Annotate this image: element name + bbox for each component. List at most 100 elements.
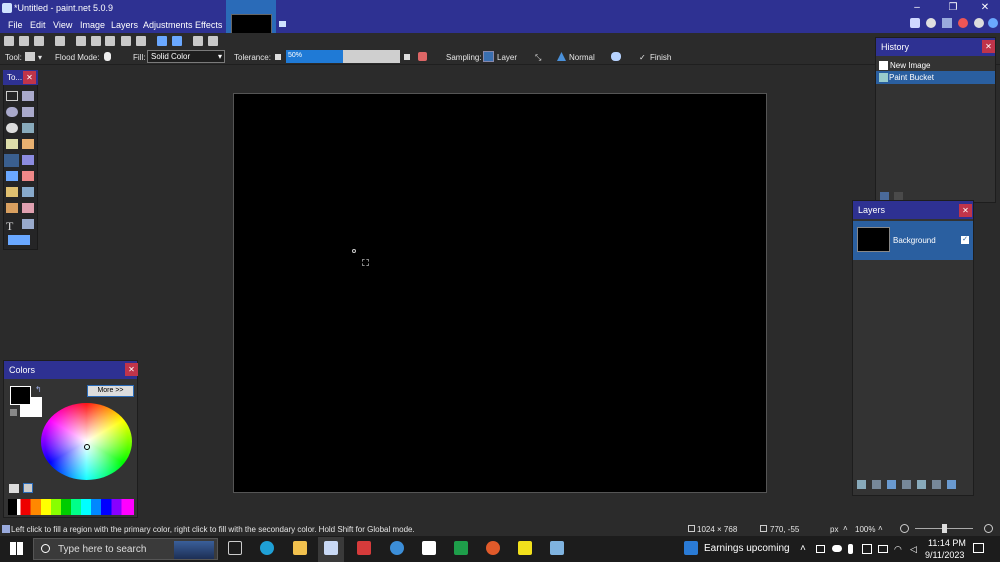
- news-icon[interactable]: [684, 541, 698, 555]
- tab-dropdown-icon[interactable]: [279, 21, 286, 27]
- help-icon[interactable]: [988, 18, 998, 28]
- notification-icon[interactable]: [973, 543, 984, 553]
- alpha-blending-icon[interactable]: [611, 52, 621, 61]
- more-button[interactable]: More >>: [87, 385, 134, 397]
- colors-toggle-icon[interactable]: [958, 18, 968, 28]
- eraser-icon[interactable]: [22, 171, 34, 181]
- finish-button[interactable]: Finish: [650, 53, 671, 62]
- menu-effects[interactable]: Effects: [195, 20, 222, 30]
- minimize-button[interactable]: –: [910, 2, 924, 14]
- app-blue-icon[interactable]: [550, 541, 564, 555]
- pan-icon[interactable]: [22, 139, 34, 149]
- camera-icon[interactable]: [862, 544, 872, 554]
- windows-start-icon[interactable]: [10, 542, 23, 555]
- add-layer-icon[interactable]: [857, 480, 866, 489]
- gradient-icon[interactable]: [22, 155, 34, 165]
- chevron-up-icon[interactable]: ˄: [878, 524, 883, 533]
- device-icon[interactable]: [816, 545, 825, 553]
- line-curve-icon[interactable]: [22, 219, 34, 229]
- text-icon[interactable]: T: [6, 219, 13, 234]
- pencil-icon[interactable]: [6, 187, 18, 197]
- battery-icon[interactable]: [878, 545, 888, 553]
- color-wheel-handle[interactable]: [84, 444, 90, 450]
- volume-icon[interactable]: ◁: [910, 544, 917, 555]
- import-layer-icon[interactable]: [917, 480, 926, 489]
- tolerance-decrease-icon[interactable]: [275, 54, 281, 60]
- bulb-icon[interactable]: [104, 52, 111, 61]
- menu-layers[interactable]: Layers: [111, 20, 138, 30]
- add-color-icon[interactable]: [9, 484, 19, 493]
- print-icon[interactable]: [55, 36, 65, 46]
- menu-edit[interactable]: Edit: [30, 20, 46, 30]
- close-icon[interactable]: ✕: [125, 363, 138, 376]
- zoom-in-icon[interactable]: [984, 524, 993, 533]
- menu-file[interactable]: File: [8, 20, 23, 30]
- delete-layer-icon[interactable]: [872, 480, 881, 489]
- duplicate-layer-icon[interactable]: [887, 480, 896, 489]
- cloud-icon[interactable]: [832, 545, 842, 552]
- move-selection-icon[interactable]: [22, 107, 34, 117]
- zoom-icon[interactable]: [22, 123, 34, 133]
- zoom-slider-thumb[interactable]: [942, 524, 947, 533]
- redo-icon[interactable]: [894, 192, 903, 200]
- blend-mode-value[interactable]: Normal: [569, 53, 595, 62]
- menu-view[interactable]: View: [53, 20, 72, 30]
- app-orange-icon[interactable]: [486, 541, 500, 555]
- deselect-icon[interactable]: [136, 36, 146, 46]
- cut-icon[interactable]: [76, 36, 86, 46]
- app-red-icon[interactable]: [357, 541, 371, 555]
- color-picker-icon[interactable]: [22, 187, 34, 197]
- open-icon[interactable]: [19, 36, 29, 46]
- menu-adjustments[interactable]: Adjustments: [143, 20, 193, 30]
- task-view-icon[interactable]: [228, 541, 242, 555]
- paintbrush-icon[interactable]: [6, 171, 18, 181]
- canvas[interactable]: [233, 93, 767, 493]
- shapes-icon[interactable]: [8, 235, 30, 245]
- rectangle-select-icon[interactable]: [6, 91, 18, 101]
- undo-icon[interactable]: [880, 192, 889, 200]
- layer-sampling-icon[interactable]: [483, 51, 494, 62]
- ruler-icon[interactable]: [208, 36, 218, 46]
- paste-icon[interactable]: [105, 36, 115, 46]
- move-layer-down-icon[interactable]: [932, 480, 941, 489]
- ellipse-select-icon[interactable]: [6, 123, 18, 133]
- paint-bucket-icon[interactable]: [25, 52, 35, 61]
- undo-icon[interactable]: [157, 36, 167, 46]
- paint-bucket-tool-icon[interactable]: [4, 154, 19, 167]
- merge-layer-icon[interactable]: [902, 480, 911, 489]
- close-icon[interactable]: ✕: [959, 204, 972, 217]
- zoom-value[interactable]: 100%: [855, 525, 875, 534]
- history-item-selected[interactable]: Paint Bucket: [876, 71, 995, 84]
- selection-mode-icon[interactable]: ⤡: [535, 53, 541, 63]
- layer-visibility-checkbox[interactable]: ✓: [961, 236, 969, 244]
- color-palette[interactable]: [8, 499, 134, 515]
- zoom-out-icon[interactable]: [900, 524, 909, 533]
- paintnet-icon[interactable]: [324, 541, 338, 555]
- news-text[interactable]: Earnings upcoming: [704, 543, 790, 554]
- crop-icon[interactable]: [121, 36, 131, 46]
- lasso-select-icon[interactable]: [6, 107, 18, 117]
- shield-icon[interactable]: [390, 541, 404, 555]
- clock-time[interactable]: 11:14 PM: [928, 538, 966, 548]
- taskbar-search[interactable]: Type here to search: [33, 538, 218, 560]
- sampling-value[interactable]: Layer: [497, 53, 517, 62]
- primary-color-swatch[interactable]: [10, 386, 31, 405]
- close-button[interactable]: ✕: [978, 2, 992, 14]
- check-icon[interactable]: ✓: [639, 53, 646, 62]
- wifi-icon[interactable]: ◠: [894, 544, 902, 555]
- clock-date[interactable]: 9/11/2023: [925, 550, 964, 560]
- microphone-icon[interactable]: [848, 544, 853, 554]
- close-icon[interactable]: ✕: [982, 40, 995, 53]
- redo-icon[interactable]: [172, 36, 182, 46]
- palette-icon[interactable]: [23, 483, 33, 493]
- app-m-icon[interactable]: [422, 541, 436, 555]
- fill-select[interactable]: Solid Color ▾: [147, 50, 225, 63]
- recolor-icon[interactable]: [22, 203, 34, 213]
- clone-stamp-icon[interactable]: [6, 203, 18, 213]
- grid-icon[interactable]: [193, 36, 203, 46]
- gear-icon[interactable]: [974, 18, 984, 28]
- restore-button[interactable]: ❐: [946, 2, 960, 14]
- swap-colors-icon[interactable]: ↰: [35, 385, 42, 394]
- tools-settings-icon[interactable]: [910, 18, 920, 28]
- edge-icon[interactable]: [260, 541, 274, 555]
